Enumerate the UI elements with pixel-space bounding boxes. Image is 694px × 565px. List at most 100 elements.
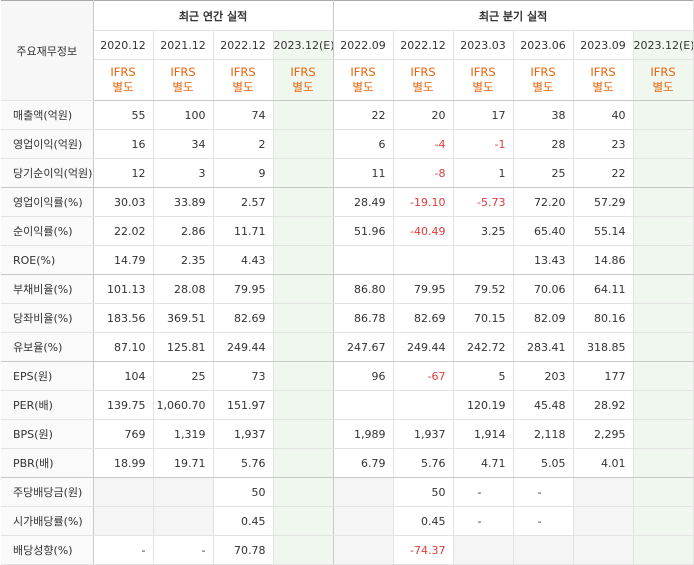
data-cell: 2.57 bbox=[213, 187, 274, 217]
data-cell: 20 bbox=[393, 100, 454, 130]
data-cell: 1,937 bbox=[393, 419, 454, 449]
row-label: BPS(원) bbox=[1, 419, 94, 449]
row-label: 부채비율(%) bbox=[1, 274, 94, 304]
data-cell: 2 bbox=[213, 129, 274, 159]
ifrs-standard-label: IFRS 별도 bbox=[333, 59, 394, 101]
row-label: PBR(배) bbox=[1, 448, 94, 478]
period-header: 2022.12 bbox=[213, 30, 274, 60]
data-cell bbox=[513, 535, 574, 565]
data-cell: 9 bbox=[213, 158, 274, 188]
data-cell: 70.06 bbox=[513, 274, 574, 304]
data-cell bbox=[273, 216, 334, 246]
data-cell: 249.44 bbox=[393, 332, 454, 362]
data-cell: 14.86 bbox=[573, 245, 634, 275]
ifrs-standard-label: IFRS 별도 bbox=[393, 59, 454, 101]
table-row: 유보율(%) 87.10 125.81 249.44 247.67 249.44 242.7… bbox=[1, 332, 694, 362]
data-cell bbox=[93, 477, 154, 507]
data-cell bbox=[633, 274, 694, 304]
quarter-group-title: 최근 분기 실적 bbox=[333, 0, 694, 31]
ifrs-label: IFRS bbox=[110, 65, 136, 79]
data-cell bbox=[453, 245, 514, 275]
data-cell: 2.35 bbox=[153, 245, 214, 275]
period-header: 2023.03 bbox=[453, 30, 514, 60]
data-cell: 86.78 bbox=[333, 303, 394, 333]
data-cell: -74.37 bbox=[393, 535, 454, 565]
data-cell: 125.81 bbox=[153, 332, 214, 362]
data-cell: 79.52 bbox=[453, 274, 514, 304]
data-cell bbox=[633, 129, 694, 159]
data-cell: 2.86 bbox=[153, 216, 214, 246]
data-cell: 28.08 bbox=[153, 274, 214, 304]
data-cell: 33.89 bbox=[153, 187, 214, 217]
row-label: 주당배당금(원) bbox=[1, 477, 94, 507]
corner-label: 주요재무정보 bbox=[1, 0, 94, 101]
data-cell: -67 bbox=[393, 361, 454, 391]
data-cell: 34 bbox=[153, 129, 214, 159]
ifrs-label: IFRS bbox=[650, 65, 676, 79]
data-cell bbox=[573, 477, 634, 507]
data-cell: 1,989 bbox=[333, 419, 394, 449]
separate-basis-label: 별도 bbox=[232, 80, 254, 94]
data-cell bbox=[633, 535, 694, 565]
data-cell: 5.05 bbox=[513, 448, 574, 478]
data-cell: 283.41 bbox=[513, 332, 574, 362]
row-label: EPS(원) bbox=[1, 361, 94, 391]
data-cell: 151.97 bbox=[213, 390, 274, 420]
financial-rows: 매출액(억원) 55 100 74 22 20 17 38 40 영업이익(억원) 16 34 2 6 -4… bbox=[1, 100, 694, 565]
table-row: EPS(원) 104 25 73 96 -67 5 203 177 bbox=[1, 361, 694, 391]
data-cell: 22 bbox=[333, 100, 394, 130]
ifrs-standard-label: IFRS 별도 bbox=[513, 59, 574, 101]
data-cell: - bbox=[93, 535, 154, 565]
row-label: 유보율(%) bbox=[1, 332, 94, 362]
financial-summary-table: 주요재무정보 최근 연간 실적 최근 분기 실적 2020.12 2021.12 2… bbox=[1, 0, 694, 565]
data-cell: 82.69 bbox=[213, 303, 274, 333]
ifrs-standard-label: IFRS 별도 bbox=[153, 59, 214, 101]
ifrs-standard-label: IFRS 별도 bbox=[633, 59, 694, 101]
data-cell bbox=[633, 216, 694, 246]
data-cell bbox=[333, 390, 394, 420]
row-label: 배당성향(%) bbox=[1, 535, 94, 565]
data-cell: 22.02 bbox=[93, 216, 154, 246]
data-cell: 30.03 bbox=[93, 187, 154, 217]
data-cell: 1,060.70 bbox=[153, 390, 214, 420]
data-cell: - bbox=[453, 477, 514, 507]
data-cell: 14.79 bbox=[93, 245, 154, 275]
data-cell: 16 bbox=[93, 129, 154, 159]
data-cell bbox=[273, 535, 334, 565]
data-cell: 5.76 bbox=[213, 448, 274, 478]
data-cell: 82.69 bbox=[393, 303, 454, 333]
data-cell: 139.75 bbox=[93, 390, 154, 420]
data-cell: 3.25 bbox=[453, 216, 514, 246]
data-cell: 4.43 bbox=[213, 245, 274, 275]
table-row: PER(배) 139.75 1,060.70 151.97 120.19 45.48 28.… bbox=[1, 390, 694, 420]
data-cell bbox=[93, 506, 154, 536]
data-cell: 38 bbox=[513, 100, 574, 130]
data-cell: 22 bbox=[573, 158, 634, 188]
ifrs-standard-label: IFRS 별도 bbox=[273, 59, 334, 101]
data-cell: 79.95 bbox=[393, 274, 454, 304]
data-cell: 25 bbox=[153, 361, 214, 391]
data-cell: 1,914 bbox=[453, 419, 514, 449]
data-cell: 769 bbox=[93, 419, 154, 449]
ifrs-label: IFRS bbox=[230, 65, 256, 79]
table-row: 순이익률(%) 22.02 2.86 11.71 51.96 -40.49 3.25 65.4… bbox=[1, 216, 694, 246]
data-cell: 55 bbox=[93, 100, 154, 130]
period-header: 2023.12(E) bbox=[273, 30, 334, 60]
data-cell: 74 bbox=[213, 100, 274, 130]
table-row: 당좌비율(%) 183.56 369.51 82.69 86.78 82.69 70.15 8… bbox=[1, 303, 694, 333]
data-cell: -40.49 bbox=[393, 216, 454, 246]
period-header: 2023.12(E) bbox=[633, 30, 694, 60]
ifrs-standard-label: IFRS 별도 bbox=[573, 59, 634, 101]
data-cell: 3 bbox=[153, 158, 214, 188]
data-cell bbox=[633, 506, 694, 536]
period-header: 2023.09 bbox=[573, 30, 634, 60]
row-label: 당기순이익(억원) bbox=[1, 158, 94, 188]
data-cell: 28.92 bbox=[573, 390, 634, 420]
data-cell bbox=[633, 361, 694, 391]
data-cell bbox=[273, 448, 334, 478]
data-cell: 73 bbox=[213, 361, 274, 391]
data-cell: 120.19 bbox=[453, 390, 514, 420]
ifrs-standard-label: IFRS 별도 bbox=[213, 59, 274, 101]
period-header: 2023.06 bbox=[513, 30, 574, 60]
row-label: 영업이익률(%) bbox=[1, 187, 94, 217]
